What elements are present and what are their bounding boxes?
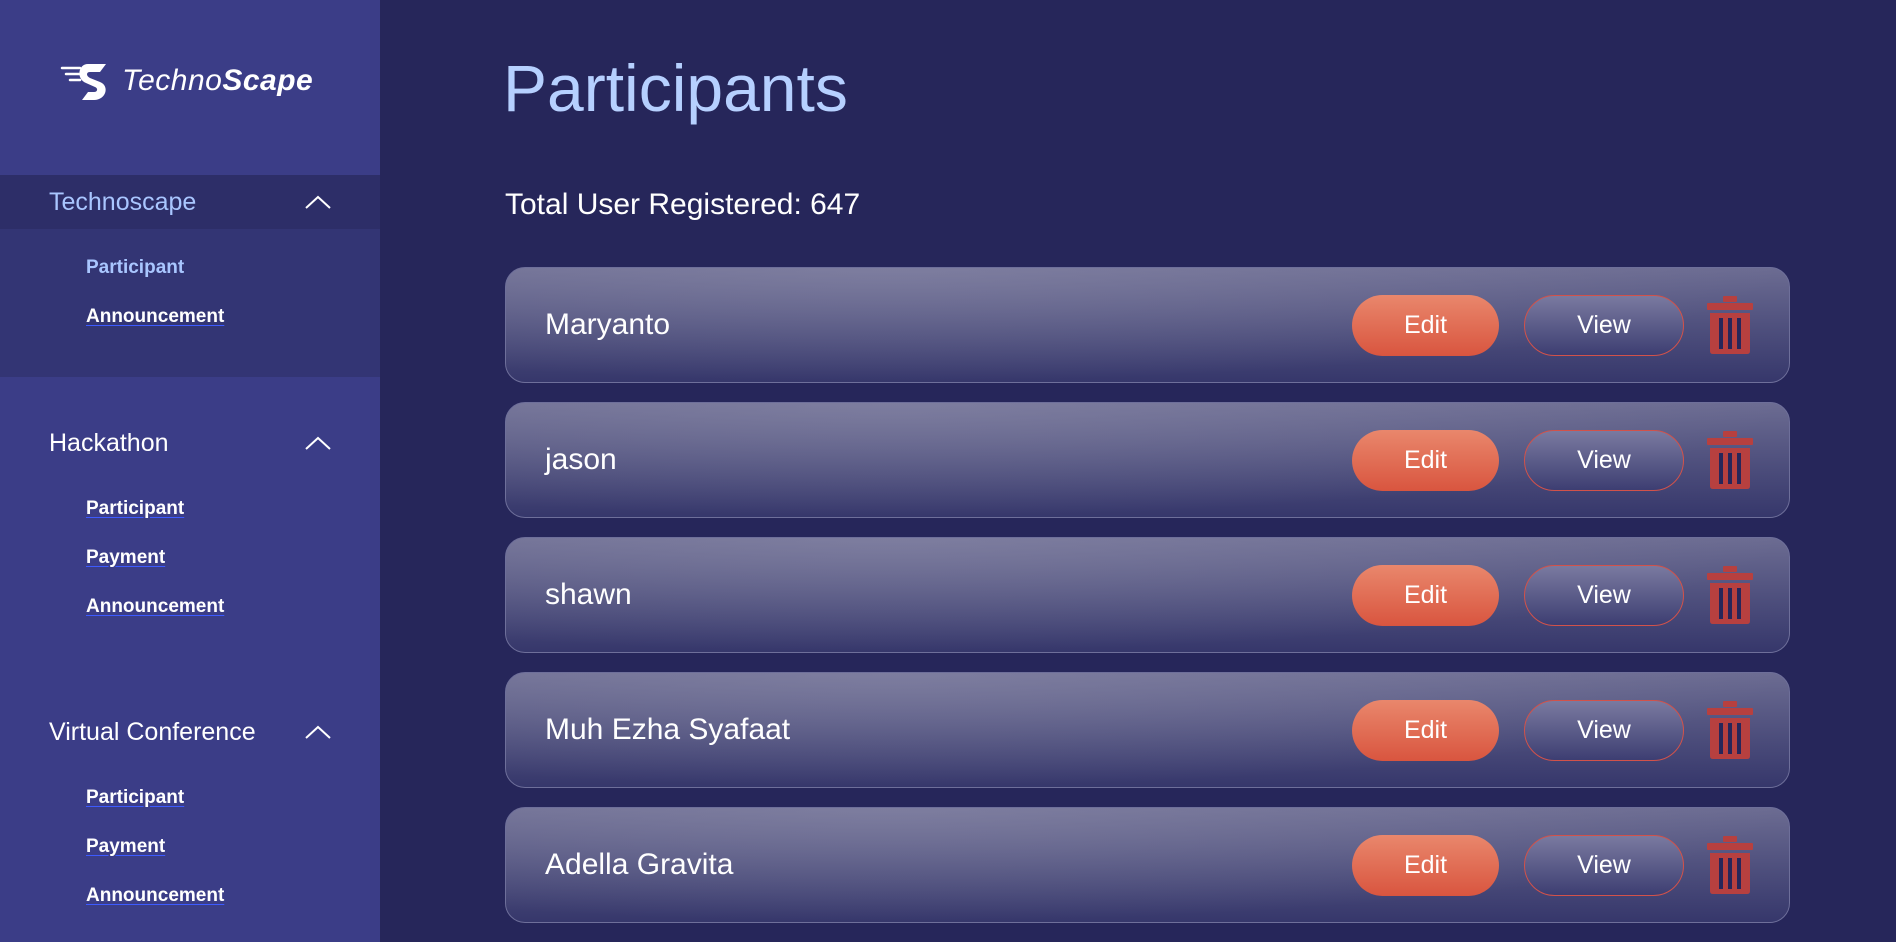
nav-item-technoscape-participant[interactable]: Participant [86,253,380,302]
edit-button[interactable]: Edit [1352,294,1499,356]
nav-group-title: Technoscape [49,187,197,216]
participant-list: Maryanto Edit View jason Edit View shawn… [505,267,1790,942]
nav-item-technoscape-announcement[interactable]: Announcement [86,302,380,351]
chevron-up-icon[interactable] [304,724,332,740]
nav-item-vc-announcement[interactable]: Announcement [86,881,380,930]
participant-row: Adella Gravita Edit View [505,807,1790,923]
nav-group-hackathon: Hackathon Participant Payment Announceme… [0,416,380,657]
logo-text: TechnoScape [122,64,314,97]
nav-group-header-virtual-conference[interactable]: Virtual Conference [0,705,380,759]
edit-button[interactable]: Edit [1352,834,1499,896]
nav-item-hackathon-payment[interactable]: Payment [86,543,380,592]
chevron-up-icon[interactable] [304,435,332,451]
trash-icon[interactable] [1706,430,1754,490]
view-button[interactable]: View [1524,834,1684,896]
nav-group-header-hackathon[interactable]: Hackathon [0,416,380,470]
nav-group-body: Participant Payment Announcement [0,470,380,657]
nav-group-technoscape: Technoscape Participant Announcement [0,175,380,377]
page-title: Participants [503,51,848,125]
nav-group-title: Hackathon [49,428,169,457]
total-registered-count: Total User Registered: 647 [505,188,861,221]
nav-item-vc-payment[interactable]: Payment [86,832,380,881]
nav-group-header-technoscape[interactable]: Technoscape [0,175,380,229]
edit-button[interactable]: Edit [1352,564,1499,626]
trash-icon[interactable] [1706,700,1754,760]
trash-icon[interactable] [1706,565,1754,625]
participant-row: shawn Edit View [505,537,1790,653]
trash-icon[interactable] [1706,295,1754,355]
participant-name: jason [545,443,617,476]
chevron-up-icon[interactable] [304,194,332,210]
edit-button[interactable]: Edit [1352,429,1499,491]
technoscape-logo[interactable]: TechnoScape [60,58,313,104]
nav-group-body: Participant Payment Announcement [0,759,380,942]
view-button[interactable]: View [1524,429,1684,491]
participant-row: Maryanto Edit View [505,267,1790,383]
nav-group-body: Participant Announcement [0,229,380,377]
nav-item-vc-participant[interactable]: Participant [86,783,380,832]
nav-item-hackathon-participant[interactable]: Participant [86,494,380,543]
trash-icon[interactable] [1706,835,1754,895]
edit-button[interactable]: Edit [1352,699,1499,761]
sidebar: TechnoScape Technoscape Participant Anno… [0,0,380,942]
participant-name: shawn [545,578,632,611]
view-button[interactable]: View [1524,699,1684,761]
participant-name: Adella Gravita [545,848,734,881]
nav-item-hackathon-announcement[interactable]: Announcement [86,592,380,641]
participant-row: Muh Ezha Syafaat Edit View [505,672,1790,788]
view-button[interactable]: View [1524,294,1684,356]
view-button[interactable]: View [1524,564,1684,626]
logo-icon [60,64,106,100]
nav-group-virtual-conference: Virtual Conference Participant Payment A… [0,705,380,942]
participant-row: jason Edit View [505,402,1790,518]
participant-name: Muh Ezha Syafaat [545,713,791,746]
participant-name: Maryanto [545,308,671,341]
nav-group-title: Virtual Conference [49,717,256,746]
